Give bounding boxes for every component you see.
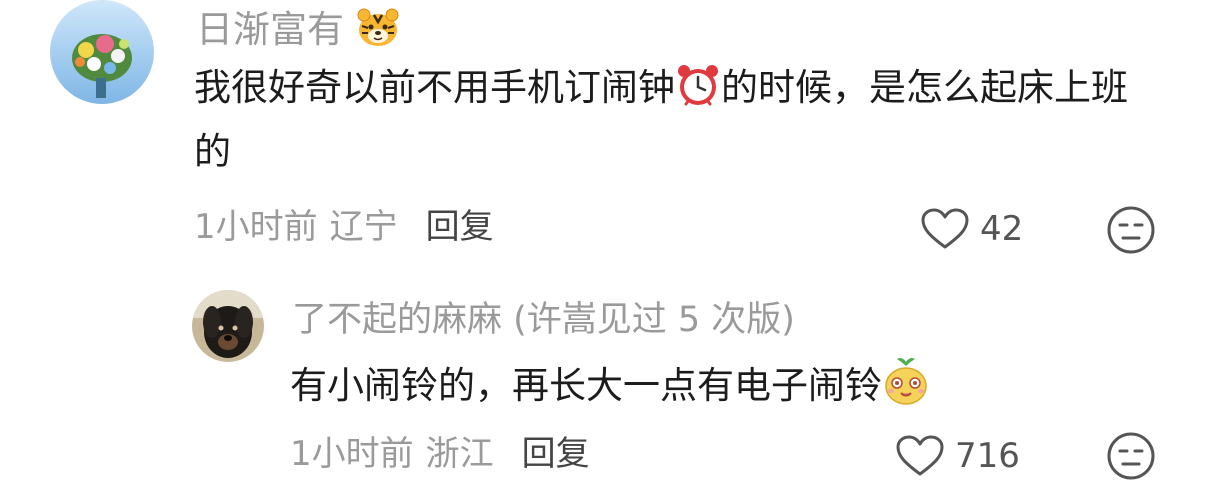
unamused-face-icon [1107, 432, 1155, 480]
timestamp: 1小时前 [194, 207, 318, 247]
comment-meta: 1小时前 辽宁 回复 [194, 210, 494, 244]
username[interactable]: 了不起的麻麻 (许嵩见过 5 次版) [292, 303, 795, 338]
avatar[interactable] [192, 290, 264, 362]
alarm-clock-icon [675, 62, 721, 124]
comment-text: 有小闹铃的，再长大一点有电子闹铃 [290, 356, 1150, 422]
avatar[interactable] [50, 0, 154, 104]
comment-text-part: 有小闹铃的，再长大一点有电子闹铃 [290, 364, 882, 407]
reply-button[interactable]: 回复 [522, 434, 590, 474]
like-button[interactable]: 716 [895, 434, 1020, 478]
heart-icon [896, 435, 944, 476]
unamused-face-icon [1107, 206, 1155, 254]
heart-icon [921, 208, 969, 249]
username-text[interactable]: 日渐富有 [196, 8, 344, 51]
username[interactable]: 日渐富有 [196, 6, 400, 54]
comment-text-part: 我很好奇以前不用手机订闹钟 [194, 66, 675, 109]
location: 辽宁 [329, 207, 398, 247]
reply-button[interactable]: 回复 [426, 207, 494, 247]
like-count: 42 [980, 209, 1024, 249]
like-button[interactable]: 42 [920, 207, 1023, 251]
dislike-button[interactable] [1106, 431, 1156, 485]
tiger-face-icon [356, 6, 400, 54]
comment-text: 我很好奇以前不用手机订闹钟 的时候，是怎么起床上班的 [194, 60, 1154, 179]
like-count: 716 [955, 436, 1020, 476]
location: 浙江 [425, 434, 494, 474]
sprout-face-icon [882, 356, 930, 422]
comment-meta: 1小时前 浙江 回复 [290, 437, 590, 471]
timestamp: 1小时前 [290, 434, 414, 474]
dislike-button[interactable] [1106, 205, 1156, 259]
username-text[interactable]: 了不起的麻麻 (许嵩见过 5 次版) [292, 300, 795, 340]
